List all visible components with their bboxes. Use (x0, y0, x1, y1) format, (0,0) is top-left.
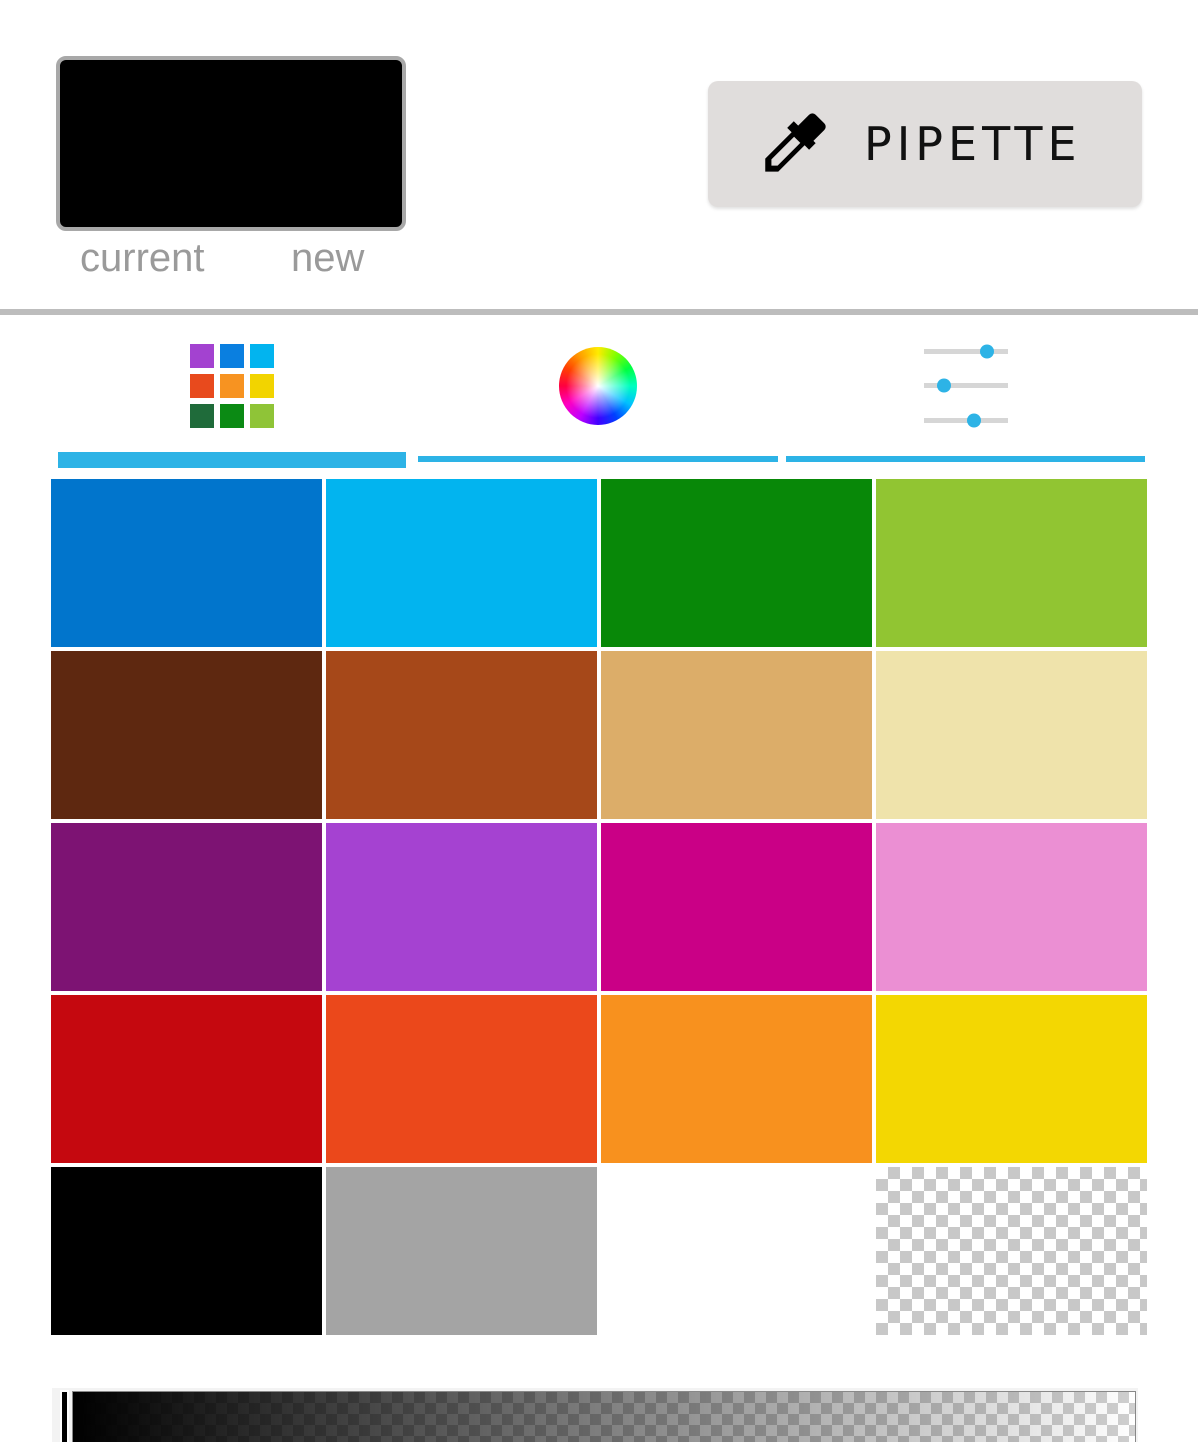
color-swatch[interactable] (601, 1167, 872, 1335)
pipette-label: PIPETTE (864, 117, 1082, 171)
color-swatch[interactable] (601, 823, 872, 991)
color-swatch[interactable] (876, 995, 1147, 1163)
new-label: new (291, 236, 365, 280)
alpha-slider-handle[interactable] (62, 1392, 67, 1442)
color-picker-panel: current new PIPETTE (0, 0, 1198, 1442)
tab-color-wheel-indicator (418, 456, 778, 462)
tab-sliders[interactable] (786, 330, 1145, 470)
color-swatch[interactable] (601, 995, 872, 1163)
color-preview (56, 56, 406, 231)
color-swatch[interactable] (876, 479, 1147, 647)
color-swatch[interactable] (876, 651, 1147, 819)
color-swatch[interactable] (51, 1167, 322, 1335)
tab-palette[interactable] (58, 330, 406, 470)
color-swatch[interactable] (326, 479, 597, 647)
swatch-grid-icon (190, 344, 274, 428)
current-label: current (80, 236, 205, 280)
color-wheel-icon (559, 347, 637, 425)
color-swatch[interactable] (326, 1167, 597, 1335)
alpha-slider[interactable] (52, 1388, 1138, 1442)
tab-color-wheel[interactable] (418, 330, 778, 470)
sliders-icon (923, 344, 1008, 428)
color-swatch[interactable] (601, 479, 872, 647)
alpha-track (72, 1391, 1136, 1442)
swatch-grid (51, 479, 1147, 1335)
color-swatch[interactable] (876, 823, 1147, 991)
divider (0, 309, 1198, 315)
pipette-button[interactable]: PIPETTE (708, 81, 1142, 207)
color-swatch[interactable] (326, 823, 597, 991)
color-swatch[interactable] (51, 479, 322, 647)
new-color-swatch (231, 64, 398, 223)
preview-labels: current new (56, 236, 406, 286)
swatch-transparent[interactable] (876, 1167, 1147, 1335)
color-swatch[interactable] (51, 651, 322, 819)
color-swatch[interactable] (326, 995, 597, 1163)
tab-sliders-indicator (786, 456, 1145, 462)
current-color-swatch (64, 64, 231, 223)
color-swatch[interactable] (51, 995, 322, 1163)
color-swatch[interactable] (326, 651, 597, 819)
color-swatch[interactable] (51, 823, 322, 991)
tab-palette-indicator (58, 452, 406, 468)
eyedropper-icon (765, 113, 826, 172)
color-swatch[interactable] (601, 651, 872, 819)
